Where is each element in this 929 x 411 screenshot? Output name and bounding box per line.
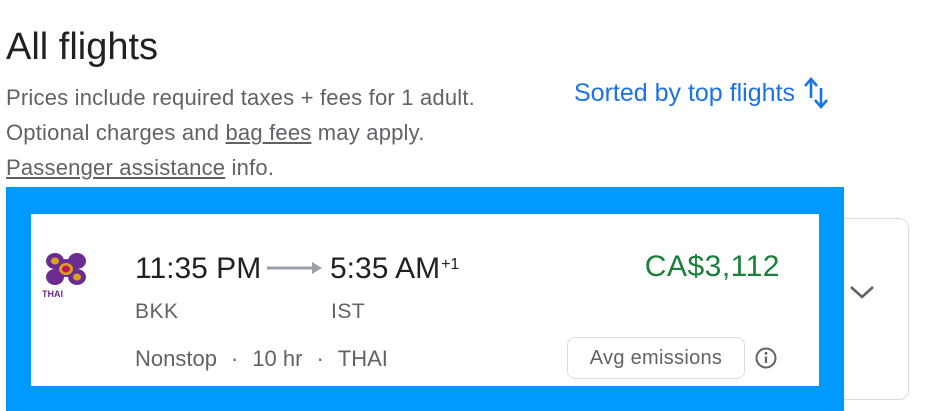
- arrival-day-offset: +1: [441, 256, 460, 273]
- svg-text:THAI: THAI: [42, 289, 63, 299]
- sort-label: Sorted by top flights: [574, 78, 795, 107]
- passenger-assistance-link[interactable]: Passenger assistance: [6, 155, 225, 180]
- price-info-line-1: Prices include required taxes + fees for…: [6, 85, 475, 110]
- emissions-badge[interactable]: Avg emissions: [567, 337, 745, 379]
- separator-dot: ·: [230, 346, 239, 371]
- flight-price: CA$3,112: [644, 250, 780, 283]
- arrival-time-block: 5:35 AM+1: [330, 250, 459, 288]
- departure-airport: BKK: [135, 300, 179, 323]
- price-info-line-3: Passenger assistance info.: [6, 150, 475, 185]
- info-icon[interactable]: [755, 347, 777, 369]
- expand-flight-button[interactable]: [842, 276, 882, 308]
- arrival-airport: IST: [331, 300, 366, 323]
- may-apply-text: may apply.: [311, 120, 425, 145]
- airline-name: THAI: [337, 346, 388, 371]
- sort-button[interactable]: Sorted by top flights: [574, 76, 829, 110]
- chevron-down-icon: [850, 286, 874, 299]
- flight-meta: Nonstop · 10 hr · THAI: [135, 346, 388, 372]
- departure-time: 11:35 PM: [135, 252, 262, 285]
- arrow-right-icon: [266, 258, 326, 278]
- price-info-line-2: Optional charges and bag fees may apply.: [6, 115, 475, 150]
- stops-text: Nonstop: [135, 346, 217, 371]
- optional-charges-text: Optional charges and: [6, 120, 226, 145]
- sort-arrows-icon: [803, 76, 829, 110]
- page-title: All flights: [6, 26, 159, 68]
- bag-fees-link[interactable]: bag fees: [225, 120, 311, 145]
- info-text: info.: [225, 155, 275, 180]
- duration-text: 10 hr: [252, 346, 303, 371]
- separator-dot: ·: [316, 346, 324, 371]
- thai-airways-logo: THAI: [38, 248, 94, 300]
- arrival-time: 5:35 AM: [330, 252, 441, 285]
- flight-results-page: All flights Prices include required taxe…: [0, 0, 929, 411]
- price-info-text: Prices include required taxes + fees for…: [6, 80, 475, 185]
